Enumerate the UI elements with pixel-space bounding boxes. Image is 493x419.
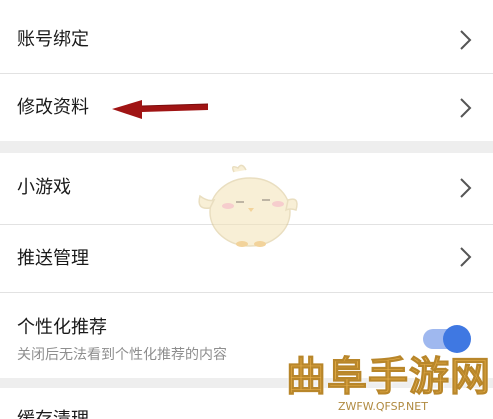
settings-item-edit-profile[interactable]: 修改资料 xyxy=(0,74,493,141)
annotation-arrow-icon xyxy=(112,100,209,119)
chevron-right-icon xyxy=(459,176,473,200)
section-gap xyxy=(0,141,493,153)
settings-item-label: 小游戏 xyxy=(17,177,71,198)
chick-mascot-icon xyxy=(198,164,298,247)
personalized-description: 关闭后无法看到个性化推荐的内容 xyxy=(17,347,227,363)
settings-item-account-binding[interactable]: 账号绑定 xyxy=(0,6,493,73)
watermark-title: 曲阜手游网 xyxy=(286,354,491,401)
chevron-right-icon xyxy=(459,245,473,269)
chevron-right-icon xyxy=(459,96,473,120)
settings-screen: 账号绑定 修改资料 小游戏 推送管理 个性化推荐 关闭后无法看到个性化推荐的内容 xyxy=(0,0,493,419)
toggle-knob xyxy=(443,325,471,353)
settings-item-label: 修改资料 xyxy=(17,97,89,118)
watermark-url: ZWFW.QFSP.NET xyxy=(338,400,428,413)
settings-item-label: 缓存清理 xyxy=(17,408,89,419)
settings-item-label: 账号绑定 xyxy=(17,29,89,50)
chevron-right-icon xyxy=(459,28,473,52)
settings-item-label: 推送管理 xyxy=(17,248,89,269)
site-watermark: 曲阜手游网 ZWFW.QFSP.NET xyxy=(280,354,491,418)
personalized-toggle[interactable] xyxy=(423,325,471,353)
personalized-label: 个性化推荐 xyxy=(17,317,107,338)
